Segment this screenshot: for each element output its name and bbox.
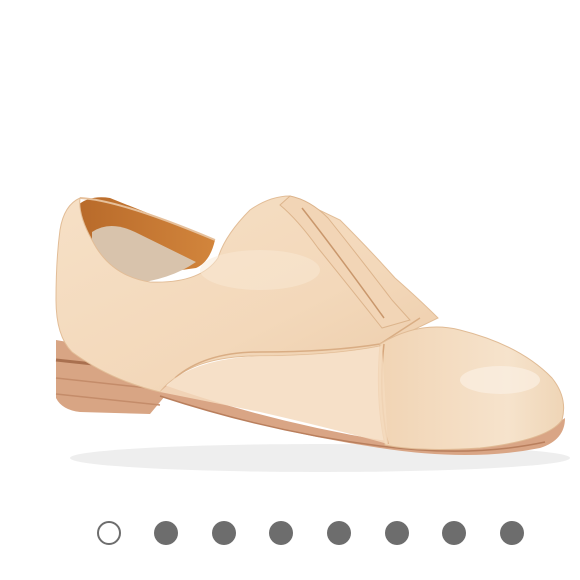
- carousel-dot-3[interactable]: [212, 521, 236, 545]
- carousel-dot-7[interactable]: [442, 521, 466, 545]
- carousel-dot-2[interactable]: [154, 521, 178, 545]
- carousel-dot-8[interactable]: [500, 521, 524, 545]
- carousel-dot-5[interactable]: [327, 521, 351, 545]
- carousel-pagination: [0, 518, 580, 548]
- product-gallery: [0, 0, 580, 580]
- product-image[interactable]: [0, 0, 580, 500]
- carousel-dot-6[interactable]: [385, 521, 409, 545]
- carousel-dot-1[interactable]: [97, 521, 121, 545]
- carousel-dot-4[interactable]: [269, 521, 293, 545]
